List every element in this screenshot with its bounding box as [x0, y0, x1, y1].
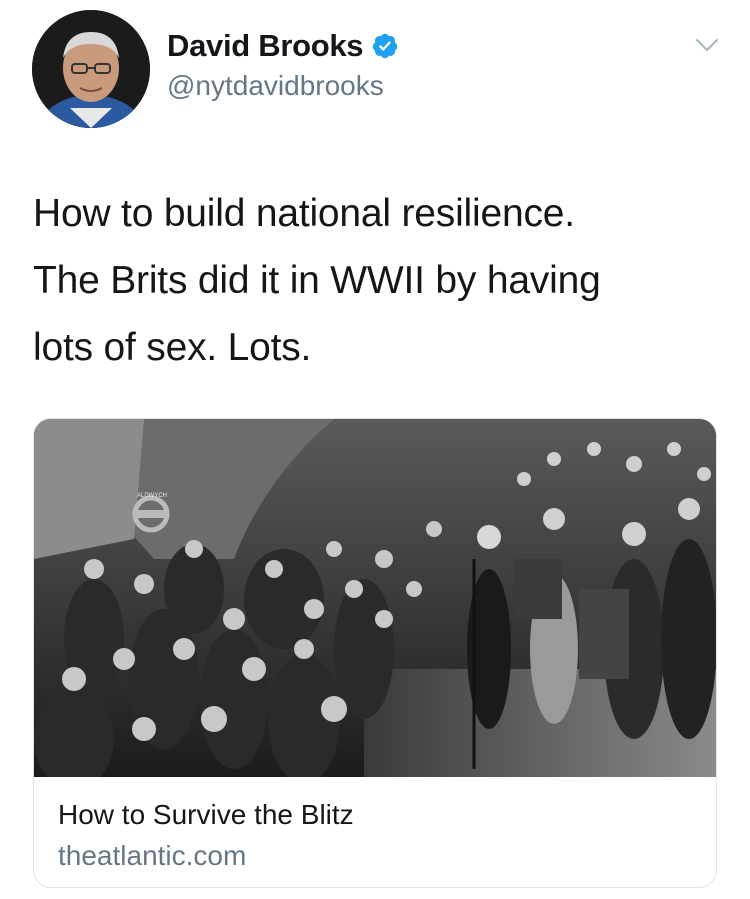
link-preview-domain: theatlantic.com [58, 840, 247, 871]
link-preview-card[interactable]: ALDWYCH How to Survive the Blitz theatla… [33, 418, 717, 888]
author-handle[interactable]: @nytdavidbrooks [167, 70, 384, 102]
avatar-image [32, 10, 150, 128]
station-sign-text: ALDWYCH [137, 493, 167, 499]
chevron-down-icon[interactable] [694, 36, 720, 54]
tweet-text-line: How to build national resilience. [33, 192, 575, 235]
tweet-text: How to build national resilience. The Br… [33, 180, 723, 381]
tweet-text-line: The Brits did it in WWII by having [33, 259, 601, 302]
author-avatar[interactable] [32, 10, 150, 128]
link-preview-title[interactable]: How to Survive the Blitz [58, 799, 354, 831]
verified-badge-icon [372, 33, 398, 59]
author-name-row[interactable]: David Brooks [167, 28, 399, 64]
link-preview-image[interactable]: ALDWYCH [34, 419, 716, 777]
photo-crowd-underground-shelter: ALDWYCH [34, 419, 716, 777]
author-name[interactable]: David Brooks [167, 28, 364, 64]
tweet-text-line: lots of sex. Lots. [33, 326, 312, 369]
